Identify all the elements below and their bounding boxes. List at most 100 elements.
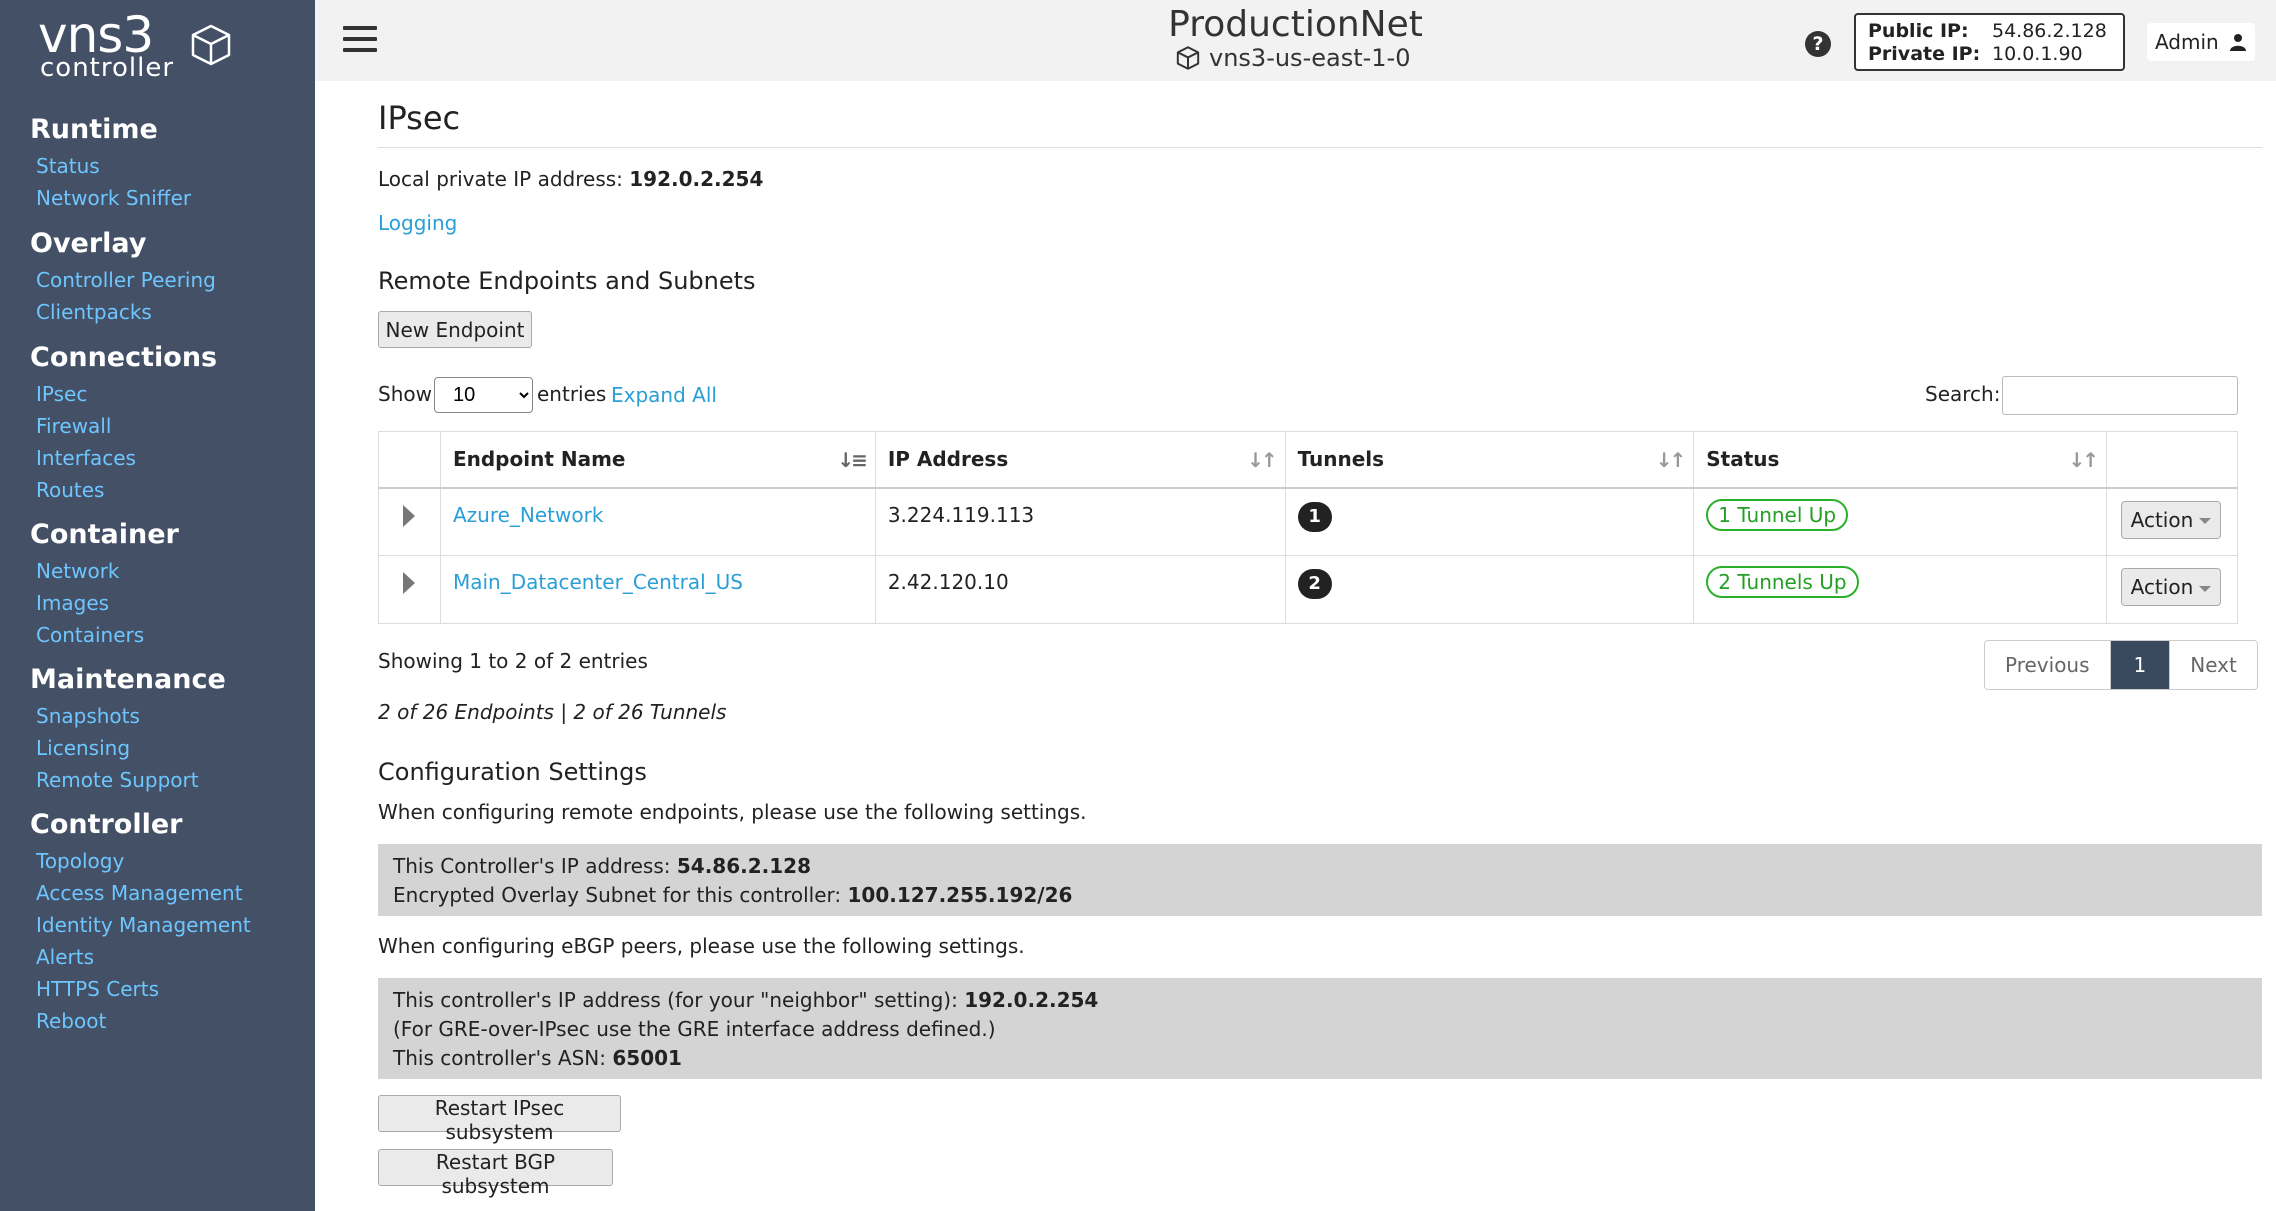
expand-row-icon[interactable] (403, 572, 415, 594)
restart-bgp-button[interactable]: Restart BGP subsystem (378, 1149, 613, 1198)
sidebar-item-https-certs[interactable]: HTTPS Certs (30, 973, 251, 1005)
remote-config-intro: When configuring remote endpoints, pleas… (378, 800, 1087, 824)
controller-name-label: vns3-us-east-1-0 (1209, 44, 1411, 72)
sort-icon: ↓↑ (1655, 448, 1686, 472)
action-column-header (2105, 431, 2239, 489)
expand-column-header (378, 431, 441, 489)
next-page-button[interactable]: Next (2169, 641, 2257, 689)
sidebar-item-interfaces[interactable]: Interfaces (30, 442, 217, 474)
action-dropdown-button[interactable]: Action (2120, 568, 2221, 606)
nav-section-container: Container Network Images Containers (30, 515, 179, 651)
tunnels-cell: 2 (1284, 555, 1695, 624)
help-icon[interactable]: ? (1805, 31, 1831, 57)
sidebar-item-alerts[interactable]: Alerts (30, 941, 251, 973)
expand-row-icon[interactable] (403, 504, 415, 527)
table-header-row: Endpoint Name ↓≡ IP Address ↓↑ Tunnels ↓… (378, 431, 2239, 489)
local-ip-line: Local private IP address: 192.0.2.254 (378, 167, 763, 191)
sidebar-item-controller-peering[interactable]: Controller Peering (30, 264, 216, 296)
remote-endpoints-heading: Remote Endpoints and Subnets (378, 267, 756, 295)
sidebar-item-topology[interactable]: Topology (30, 845, 251, 877)
sidebar: vns3 controller Runtime Status Network S… (0, 0, 315, 1211)
ip-address-cell: 3.224.119.113 (874, 487, 1286, 556)
sidebar-item-routes[interactable]: Routes (30, 474, 217, 506)
sidebar-item-identity-management[interactable]: Identity Management (30, 909, 251, 941)
action-cell: Action (2105, 555, 2239, 624)
brand-subtitle: controller (40, 53, 175, 83)
expand-all-link[interactable]: Expand All (611, 383, 717, 407)
overlay-subnet-value: 100.127.255.192/26 (847, 883, 1073, 907)
cube-icon (1176, 46, 1200, 70)
column-header-endpoint-name[interactable]: Endpoint Name ↓≡ (439, 431, 876, 489)
entries-label: entries (537, 382, 607, 406)
column-header-ip-address[interactable]: IP Address ↓↑ (874, 431, 1286, 489)
column-header-label: IP Address (887, 447, 1009, 472)
page-1-button[interactable]: 1 (2110, 641, 2170, 689)
bgp-config-box: This controller's IP address (for your "… (378, 978, 2262, 1079)
sidebar-item-reboot[interactable]: Reboot (30, 1005, 251, 1037)
asn-label: This controller's ASN: (393, 1046, 606, 1070)
controller-ip-label: This Controller's IP address: (393, 854, 671, 878)
endpoint-name-cell: Azure_Network (439, 487, 876, 556)
sidebar-item-network-sniffer[interactable]: Network Sniffer (30, 182, 191, 214)
table-row: Main_Datacenter_Central_US 2.42.120.10 2… (378, 555, 2239, 624)
brand-logo[interactable]: vns3 controller (38, 8, 278, 83)
nav-section-controller: Controller Topology Access Management Id… (30, 805, 251, 1037)
action-dropdown-button[interactable]: Action (2120, 500, 2221, 539)
sidebar-item-firewall[interactable]: Firewall (30, 410, 217, 442)
expand-cell[interactable] (378, 555, 441, 624)
nav-heading-container: Container (30, 519, 179, 550)
new-endpoint-button[interactable]: New Endpoint (378, 311, 532, 348)
ip-address-cell: 2.42.120.10 (874, 555, 1286, 624)
sidebar-item-remote-support[interactable]: Remote Support (30, 764, 226, 796)
nav-heading-connections: Connections (30, 342, 218, 373)
show-label: Show (378, 382, 432, 406)
column-header-tunnels[interactable]: Tunnels ↓↑ (1284, 431, 1695, 489)
sidebar-item-images[interactable]: Images (30, 587, 179, 619)
private-ip-value: 10.0.1.90 (1992, 43, 2083, 65)
sidebar-item-clientpacks[interactable]: Clientpacks (30, 296, 216, 328)
column-header-label: Status (1706, 447, 1780, 472)
sidebar-item-snapshots[interactable]: Snapshots (30, 700, 226, 732)
sidebar-item-containers[interactable]: Containers (30, 619, 179, 651)
nav-section-maintenance: Maintenance Snapshots Licensing Remote S… (30, 660, 226, 796)
cube-logo-icon (191, 24, 231, 66)
sidebar-item-licensing[interactable]: Licensing (30, 732, 226, 764)
column-header-status[interactable]: Status ↓↑ (1693, 431, 2107, 489)
endpoint-name-cell: Main_Datacenter_Central_US (439, 555, 876, 624)
tunnels-cell: 1 (1284, 487, 1695, 556)
overlay-subnet-label: Encrypted Overlay Subnet for this contro… (393, 883, 842, 907)
search-label: Search: (1925, 382, 2001, 406)
endpoint-name-link[interactable]: Main_Datacenter_Central_US (453, 570, 743, 594)
sidebar-item-ipsec[interactable]: IPsec (30, 378, 217, 410)
public-ip-value: 54.86.2.128 (1992, 20, 2107, 42)
column-header-label: Endpoint Name (452, 447, 626, 472)
table-info: Showing 1 to 2 of 2 entries (378, 649, 648, 673)
bgp-config-intro: When configuring eBGP peers, please use … (378, 934, 1025, 958)
action-cell: Action (2105, 487, 2239, 556)
entries-per-page-select[interactable]: 10 (434, 377, 533, 413)
previous-page-button[interactable]: Previous (1985, 641, 2111, 689)
sidebar-item-access-management[interactable]: Access Management (30, 877, 251, 909)
admin-label: Admin (2154, 30, 2219, 54)
search-input[interactable] (2002, 376, 2238, 415)
endpoint-name-link[interactable]: Azure_Network (453, 503, 603, 527)
caret-down-icon (2199, 518, 2212, 524)
nav-heading-controller: Controller (30, 809, 183, 840)
restart-ipsec-button[interactable]: Restart IPsec subsystem (378, 1095, 621, 1144)
public-ip-label: Public IP: (1868, 20, 1969, 42)
sort-icon: ↓↑ (1247, 448, 1277, 472)
nav-section-overlay: Overlay Controller Peering Clientpacks (30, 224, 216, 328)
gre-note: (For GRE-over-IPsec use the GRE interfac… (393, 1017, 996, 1041)
nav-heading-overlay: Overlay (30, 228, 147, 259)
controller-name: vns3-us-east-1-0 (1175, 44, 1410, 72)
pagination: Previous 1 Next (1984, 640, 2258, 690)
admin-user-menu[interactable]: Admin (2147, 23, 2255, 61)
local-ip-value: 192.0.2.254 (629, 167, 764, 191)
sidebar-item-status[interactable]: Status (30, 150, 191, 182)
sidebar-item-network[interactable]: Network (30, 555, 179, 587)
remote-config-box: This Controller's IP address: 54.86.2.12… (378, 844, 2262, 916)
action-label: Action (2130, 507, 2194, 532)
expand-cell[interactable] (378, 487, 441, 556)
nav-section-connections: Connections IPsec Firewall Interfaces Ro… (30, 338, 217, 506)
logging-link[interactable]: Logging (378, 211, 457, 235)
